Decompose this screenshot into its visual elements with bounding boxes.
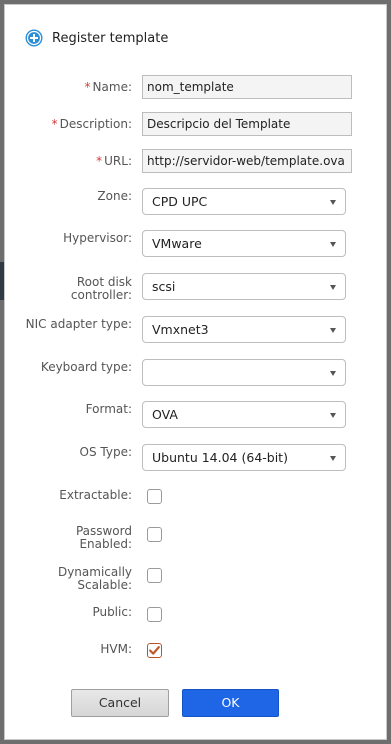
chevron-down-icon — [330, 285, 336, 290]
nic-adapter-type-select[interactable]: Vmxnet3 — [142, 316, 346, 343]
nic-adapter-type-select-value: Vmxnet3 — [152, 322, 209, 337]
hypervisor-label: Hypervisor: — [63, 231, 132, 245]
cancel-button[interactable]: Cancel — [71, 689, 169, 717]
hvm-label: HVM: — [100, 642, 132, 656]
name-label: * Name: — [84, 80, 132, 94]
zone-select-value: CPD UPC — [152, 194, 208, 209]
zone-label: Zone: — [97, 189, 132, 203]
format-select-value: OVA — [152, 407, 178, 422]
root-disk-controller-select-value: scsi — [152, 279, 176, 294]
chevron-down-icon — [330, 413, 336, 418]
os-type-label: OS Type: — [79, 445, 132, 459]
chevron-down-icon — [330, 242, 336, 247]
root-disk-controller-label: Root disk controller: — [70, 275, 132, 302]
plus-circle-icon — [25, 29, 43, 47]
chevron-down-icon — [330, 456, 336, 461]
hvm-checkbox[interactable] — [147, 643, 162, 658]
checkmark-icon — [149, 646, 160, 655]
register-template-dialog: Register template * Name: nom_template * D… — [4, 4, 387, 740]
extractable-checkbox[interactable] — [147, 489, 162, 504]
keyboard-type-select[interactable] — [142, 359, 346, 386]
chevron-down-icon — [330, 200, 336, 205]
os-type-select[interactable]: Ubuntu 14.04 (64-bit) — [142, 444, 346, 471]
chevron-down-icon — [330, 371, 336, 376]
required-mark: * — [84, 80, 91, 94]
root-disk-controller-select[interactable]: scsi — [142, 273, 346, 300]
os-type-select-value: Ubuntu 14.04 (64-bit) — [152, 450, 288, 465]
password-enabled-label: Password Enabled: — [75, 524, 132, 551]
nic-adapter-type-label: NIC adapter type: — [25, 317, 132, 331]
keyboard-type-label: Keyboard type: — [40, 360, 132, 374]
description-label: * Description: — [51, 117, 132, 131]
chevron-down-icon — [330, 328, 336, 333]
required-mark: * — [96, 154, 103, 168]
dynamically-scalable-label: Dynamically Scalable: — [57, 565, 132, 592]
url-input[interactable]: http://servidor-web/template.ova — [142, 149, 352, 173]
dynamically-scalable-checkbox[interactable] — [147, 568, 162, 583]
description-input[interactable]: Descripcio del Template — [142, 112, 352, 136]
hypervisor-select-value: VMware — [152, 236, 202, 251]
format-select[interactable]: OVA — [142, 401, 346, 428]
hypervisor-select[interactable]: VMware — [142, 230, 346, 257]
public-checkbox[interactable] — [147, 607, 162, 622]
ok-button[interactable]: OK — [182, 689, 279, 717]
name-input[interactable]: nom_template — [142, 75, 352, 99]
public-label: Public: — [92, 605, 132, 619]
dialog-header: Register template — [25, 27, 168, 49]
dialog-title: Register template — [52, 30, 169, 46]
zone-select[interactable]: CPD UPC — [142, 188, 346, 215]
password-enabled-checkbox[interactable] — [147, 527, 162, 542]
required-mark: * — [51, 117, 58, 131]
format-label: Format: — [85, 402, 132, 416]
url-label: * URL: — [96, 154, 132, 168]
extractable-label: Extractable: — [59, 488, 132, 502]
